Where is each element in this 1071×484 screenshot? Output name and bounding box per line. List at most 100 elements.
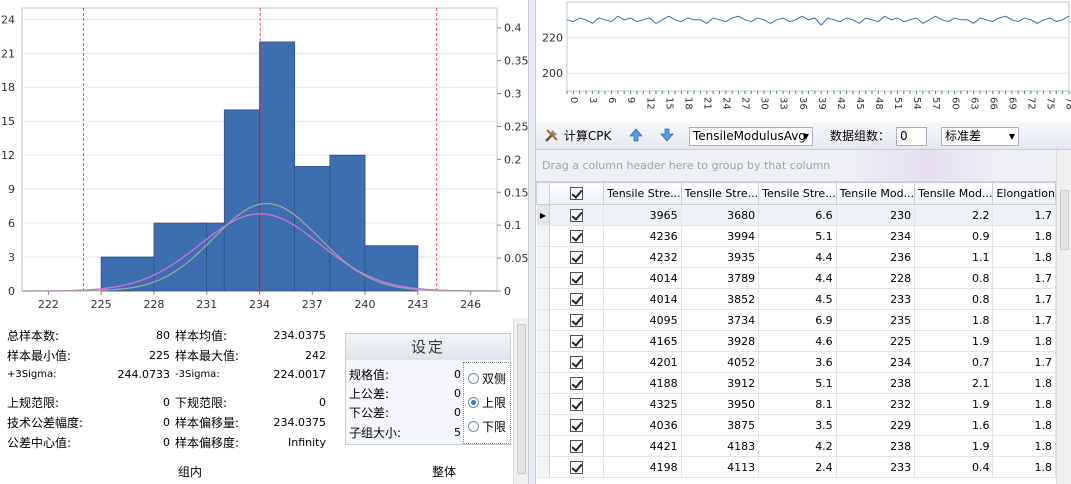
spec-value[interactable]: 0 [454, 366, 461, 384]
checkbox-checked-icon[interactable] [570, 292, 584, 306]
move-down-button[interactable] [659, 122, 675, 150]
table-cell[interactable]: 1.1 [914, 246, 994, 268]
table-cell[interactable]: 4.5 [758, 288, 837, 310]
row-checkbox-cell[interactable] [549, 204, 605, 226]
table-cell[interactable]: 233 [836, 288, 916, 310]
grid-vertical-scrollbar[interactable] [1056, 150, 1071, 484]
checkbox-checked-icon[interactable] [570, 271, 584, 285]
table-row[interactable]: 4201 4052 3.6 234 0.7 1.7 [536, 351, 1056, 373]
table-cell[interactable]: 4183 [681, 435, 760, 457]
table-row[interactable]: ▶ 3965 3680 6.6 230 2.2 1.7 [536, 204, 1056, 226]
checkbox-checked-icon[interactable] [570, 250, 584, 264]
table-cell[interactable]: 1.7 [992, 309, 1056, 331]
row-indicator[interactable] [536, 456, 551, 478]
row-checkbox-cell[interactable] [549, 351, 605, 373]
checkbox-checked-icon[interactable] [570, 229, 584, 243]
row-indicator[interactable] [536, 351, 551, 373]
table-cell[interactable]: 4.4 [758, 267, 837, 289]
checkbox-checked-icon[interactable] [570, 376, 584, 390]
column-header[interactable]: Tensile Mod... [914, 182, 994, 205]
table-cell[interactable]: 1.6 [914, 414, 994, 436]
table-cell[interactable]: 0.7 [914, 351, 994, 373]
table-cell[interactable]: 6.9 [758, 309, 837, 331]
checkbox-checked-icon[interactable] [570, 439, 584, 453]
table-row[interactable]: 4036 3875 3.5 229 1.6 1.8 [536, 414, 1056, 436]
table-cell[interactable]: 229 [836, 414, 916, 436]
row-indicator[interactable] [536, 309, 551, 331]
row-checkbox-cell[interactable] [549, 246, 605, 268]
row-checkbox-cell[interactable] [549, 225, 605, 247]
table-cell[interactable]: 5.1 [758, 225, 837, 247]
table-cell[interactable]: 1.7 [992, 288, 1056, 310]
mode-select[interactable]: 标准差 ▼ [941, 127, 1019, 146]
row-checkbox-cell[interactable] [549, 414, 605, 436]
table-row[interactable]: 4014 3852 4.5 233 0.8 1.7 [536, 288, 1056, 310]
table-cell[interactable]: 1.8 [992, 372, 1056, 394]
table-cell[interactable]: 238 [836, 372, 916, 394]
select-all-header[interactable] [549, 182, 605, 205]
move-up-button[interactable] [628, 122, 644, 150]
table-cell[interactable]: 4014 [603, 288, 682, 310]
field-select[interactable]: TensileModulusAvg ▼ [689, 127, 813, 146]
left-vertical-scrollbar[interactable] [513, 318, 528, 484]
table-cell[interactable]: 4095 [603, 309, 682, 331]
table-cell[interactable]: 3734 [681, 309, 760, 331]
table-cell[interactable]: 1.7 [992, 204, 1056, 226]
checkbox-checked-icon[interactable] [570, 418, 584, 432]
row-indicator[interactable] [536, 330, 551, 352]
calc-cpk-button[interactable]: 计算CPK [544, 122, 611, 150]
row-checkbox-cell[interactable] [549, 456, 605, 478]
table-row[interactable]: 4188 3912 5.1 238 2.1 1.8 [536, 372, 1056, 394]
row-indicator[interactable] [536, 267, 551, 289]
table-row[interactable]: 4232 3935 4.4 236 1.1 1.8 [536, 246, 1056, 268]
row-checkbox-cell[interactable] [549, 435, 605, 457]
radio-two-sided[interactable]: 双侧 [468, 370, 512, 388]
table-cell[interactable]: 8.1 [758, 393, 837, 415]
checkbox-checked-icon[interactable] [570, 397, 584, 411]
table-cell[interactable]: 235 [836, 309, 916, 331]
table-cell[interactable]: 4188 [603, 372, 682, 394]
checkbox-checked-icon[interactable] [570, 355, 584, 369]
group-by-panel[interactable]: Drag a column header here to group by th… [536, 150, 1056, 182]
radio-upper-limit[interactable]: 上限 [468, 394, 512, 412]
row-checkbox-cell[interactable] [549, 330, 605, 352]
table-cell[interactable]: 1.8 [992, 330, 1056, 352]
table-cell[interactable]: 4232 [603, 246, 682, 268]
checkbox-checked-icon[interactable] [570, 313, 584, 327]
column-header[interactable]: Tensile Stre... [758, 182, 837, 205]
table-cell[interactable]: 1.8 [992, 456, 1056, 478]
scrollbar-thumb[interactable] [1060, 190, 1069, 250]
table-cell[interactable]: 1.8 [992, 393, 1056, 415]
row-indicator[interactable] [536, 435, 551, 457]
row-checkbox-cell[interactable] [549, 372, 605, 394]
row-indicator[interactable] [536, 393, 551, 415]
table-row[interactable]: 4014 3789 4.4 228 0.8 1.7 [536, 267, 1056, 289]
table-cell[interactable]: 3789 [681, 267, 760, 289]
table-cell[interactable]: 4421 [603, 435, 682, 457]
table-cell[interactable]: 4236 [603, 225, 682, 247]
table-cell[interactable]: 4198 [603, 456, 682, 478]
table-cell[interactable]: 1.9 [914, 435, 994, 457]
table-cell[interactable]: 1.8 [992, 414, 1056, 436]
table-row[interactable]: 4165 3928 4.6 225 1.9 1.8 [536, 330, 1056, 352]
subgroup-size-value[interactable]: 5 [454, 424, 461, 442]
column-header[interactable]: Tensile Stre... [603, 182, 682, 205]
table-cell[interactable]: 3994 [681, 225, 760, 247]
table-cell[interactable]: 230 [836, 204, 916, 226]
table-cell[interactable]: 3875 [681, 414, 760, 436]
table-row[interactable]: 4421 4183 4.2 238 1.9 1.8 [536, 435, 1056, 457]
row-indicator[interactable] [536, 414, 551, 436]
table-cell[interactable]: 3680 [681, 204, 760, 226]
table-cell[interactable]: 4113 [681, 456, 760, 478]
table-cell[interactable]: 4165 [603, 330, 682, 352]
checkbox-checked-icon[interactable] [570, 334, 584, 348]
table-cell[interactable]: 3.6 [758, 351, 837, 373]
checkbox-checked-icon[interactable] [570, 187, 584, 201]
table-cell[interactable]: 232 [836, 393, 916, 415]
table-cell[interactable]: 4014 [603, 267, 682, 289]
lower-tolerance-value[interactable]: 0 [454, 404, 461, 422]
table-cell[interactable]: 233 [836, 456, 916, 478]
table-row[interactable]: 4325 3950 8.1 232 1.9 1.8 [536, 393, 1056, 415]
radio-lower-limit[interactable]: 下限 [468, 418, 512, 436]
table-cell[interactable]: 2.1 [914, 372, 994, 394]
